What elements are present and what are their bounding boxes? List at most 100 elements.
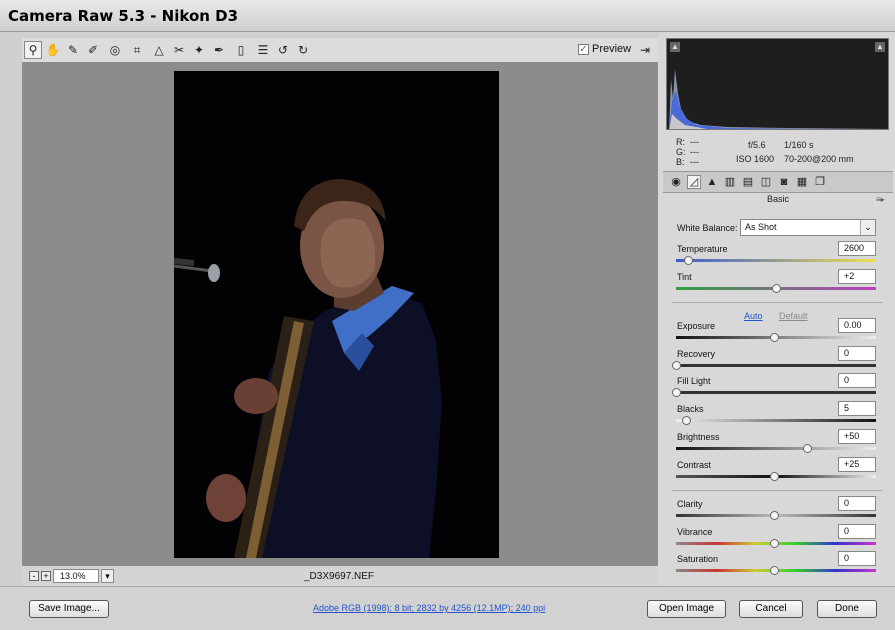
white-balance-select[interactable]: As Shot ⌄ — [740, 219, 876, 236]
saturation-field[interactable]: 0 — [838, 551, 876, 566]
fullscreen-icon[interactable]: ⇥ — [638, 43, 652, 57]
fill-light-slider[interactable] — [676, 391, 876, 394]
crop-icon[interactable]: ⌗ — [128, 41, 146, 59]
target-icon[interactable]: ◎ — [106, 41, 124, 59]
tint-slider-thumb[interactable] — [771, 284, 781, 293]
g-value: --- — [690, 147, 699, 157]
tint-label: Tint — [677, 272, 692, 282]
default-link[interactable]: Default — [779, 311, 808, 321]
blacks-slider[interactable] — [676, 419, 876, 422]
r-value: --- — [690, 137, 699, 147]
rotate-cw-icon[interactable]: ↻ — [294, 41, 312, 59]
recovery-slider-thumb[interactable] — [672, 361, 681, 370]
zoom-in-button[interactable]: + — [41, 571, 51, 581]
recovery-field[interactable]: 0 — [838, 346, 876, 361]
contrast-label: Contrast — [677, 460, 712, 470]
fill-light-label: Fill Light — [677, 376, 711, 386]
file-name: _D3X9697.NEF — [304, 571, 375, 582]
exposure-field[interactable]: 0.00 — [838, 318, 876, 333]
contrast-slider-thumb[interactable] — [770, 472, 779, 481]
zoom-level-field[interactable]: 13.0% — [53, 569, 99, 583]
hand-icon[interactable]: ✋ — [44, 41, 62, 59]
chevron-down-icon: ⌄ — [860, 220, 875, 235]
highlight-clipping-icon[interactable]: ▲ — [875, 42, 885, 52]
white-balance-label: White Balance: — [677, 223, 738, 233]
rotate-ccw-icon[interactable]: ↺ — [274, 41, 292, 59]
blacks-field[interactable]: 5 — [838, 401, 876, 416]
vibrance-field[interactable]: 0 — [838, 524, 876, 539]
panel-menu-icon[interactable]: ≡▸ — [876, 195, 885, 204]
b-value: --- — [690, 157, 699, 167]
brightness-field[interactable]: +50 — [838, 429, 876, 444]
aperture-icon[interactable]: ◉ — [669, 175, 683, 189]
auto-link[interactable]: Auto — [744, 311, 763, 321]
contrast-field[interactable]: +25 — [838, 457, 876, 472]
lens-icon[interactable]: ◫ — [759, 175, 773, 189]
window-title: Camera Raw 5.3 - Nikon D3 — [8, 7, 239, 25]
photo-preview — [174, 71, 499, 558]
vibrance-slider-thumb[interactable] — [770, 539, 779, 548]
recovery-slider[interactable] — [676, 364, 876, 367]
brush-icon[interactable]: ✒ — [210, 41, 228, 59]
vibrance-label: Vibrance — [677, 527, 713, 537]
list-icon[interactable]: ☰ — [254, 41, 272, 59]
done-button[interactable]: Done — [817, 600, 877, 618]
panel-tabs: ◉ ◿ ▲ ▥ ▤ ◫ ◙ ▦ ❐ — [663, 171, 893, 193]
cancel-button[interactable]: Cancel — [739, 600, 803, 618]
brightness-label: Brightness — [677, 432, 720, 442]
zoom-out-button[interactable]: - — [29, 571, 39, 581]
preview-label: Preview — [592, 43, 632, 55]
blacks-label: Blacks — [677, 404, 704, 414]
fill-light-field[interactable]: 0 — [838, 373, 876, 388]
histogram: ▲ ▲ — [666, 38, 889, 130]
camera-icon[interactable]: ◙ — [777, 175, 791, 189]
preview-checkbox[interactable]: ✓ — [578, 44, 589, 55]
tint-field[interactable]: +2 — [838, 269, 876, 284]
temperature-slider-thumb[interactable] — [683, 256, 693, 265]
aperture-value: f/5.6 — [748, 140, 766, 150]
exposure-slider-thumb[interactable] — [770, 333, 779, 342]
workflow-options-link[interactable]: Adobe RGB (1998); 8 bit; 2832 by 4256 (1… — [313, 603, 545, 613]
tool-bar: ⚲ ✋ ✎ ✐ ◎ ⌗ △ ✂ ✦ ✒ ▯ ☰ ↺ ↻ — [22, 38, 658, 62]
image-preview-area — [22, 62, 658, 566]
curve-icon[interactable]: ◿ — [687, 175, 701, 189]
temperature-field[interactable]: 2600 — [838, 241, 876, 256]
blacks-slider-thumb[interactable] — [681, 416, 691, 425]
histogram-graph — [669, 69, 888, 129]
separator — [672, 302, 882, 303]
g-label: G: — [676, 147, 686, 157]
red-eye-icon[interactable]: ✦ — [190, 41, 208, 59]
readout-area: R: --- G: --- B: --- f/5.6 1/160 s ISO 1… — [666, 131, 889, 169]
clarity-field[interactable]: 0 — [838, 496, 876, 511]
open-image-button[interactable]: Open Image — [647, 600, 726, 618]
guitarist-photo — [174, 71, 499, 558]
fill-light-slider-thumb[interactable] — [672, 388, 681, 397]
snapshots-icon[interactable]: ❐ — [813, 175, 827, 189]
save-image-button[interactable]: Save Image... — [29, 600, 109, 618]
temperature-slider[interactable] — [676, 259, 876, 262]
zoom-dropdown-icon[interactable]: ▾ — [101, 569, 114, 583]
spot-removal-icon[interactable]: ✂ — [170, 41, 188, 59]
gradient-icon[interactable]: ▯ — [232, 41, 250, 59]
presets-icon[interactable]: ▦ — [795, 175, 809, 189]
hsl-icon[interactable]: ▥ — [723, 175, 737, 189]
r-label: R: — [676, 137, 685, 147]
b-label: B: — [676, 157, 685, 167]
white-balance-value: As Shot — [745, 222, 777, 232]
clarity-slider-thumb[interactable] — [770, 511, 779, 520]
brightness-slider[interactable] — [676, 447, 876, 450]
eyedropper-icon[interactable]: ✎ — [64, 41, 82, 59]
saturation-label: Saturation — [677, 554, 719, 564]
split-toning-icon[interactable]: ▤ — [741, 175, 755, 189]
shadow-clipping-icon[interactable]: ▲ — [670, 42, 680, 52]
panel-title: Basic — [766, 194, 789, 204]
separator — [672, 490, 882, 491]
shutter-value: 1/160 s — [784, 140, 814, 150]
straighten-icon[interactable]: △ — [150, 41, 168, 59]
lens-value: 70-200@200 mm — [784, 154, 854, 164]
exposure-label: Exposure — [677, 321, 716, 331]
magnifier-icon[interactable]: ⚲ — [24, 41, 42, 59]
detail-icon[interactable]: ▲ — [705, 175, 719, 189]
saturation-slider-thumb[interactable] — [770, 566, 779, 575]
sampler-icon[interactable]: ✐ — [84, 41, 102, 59]
